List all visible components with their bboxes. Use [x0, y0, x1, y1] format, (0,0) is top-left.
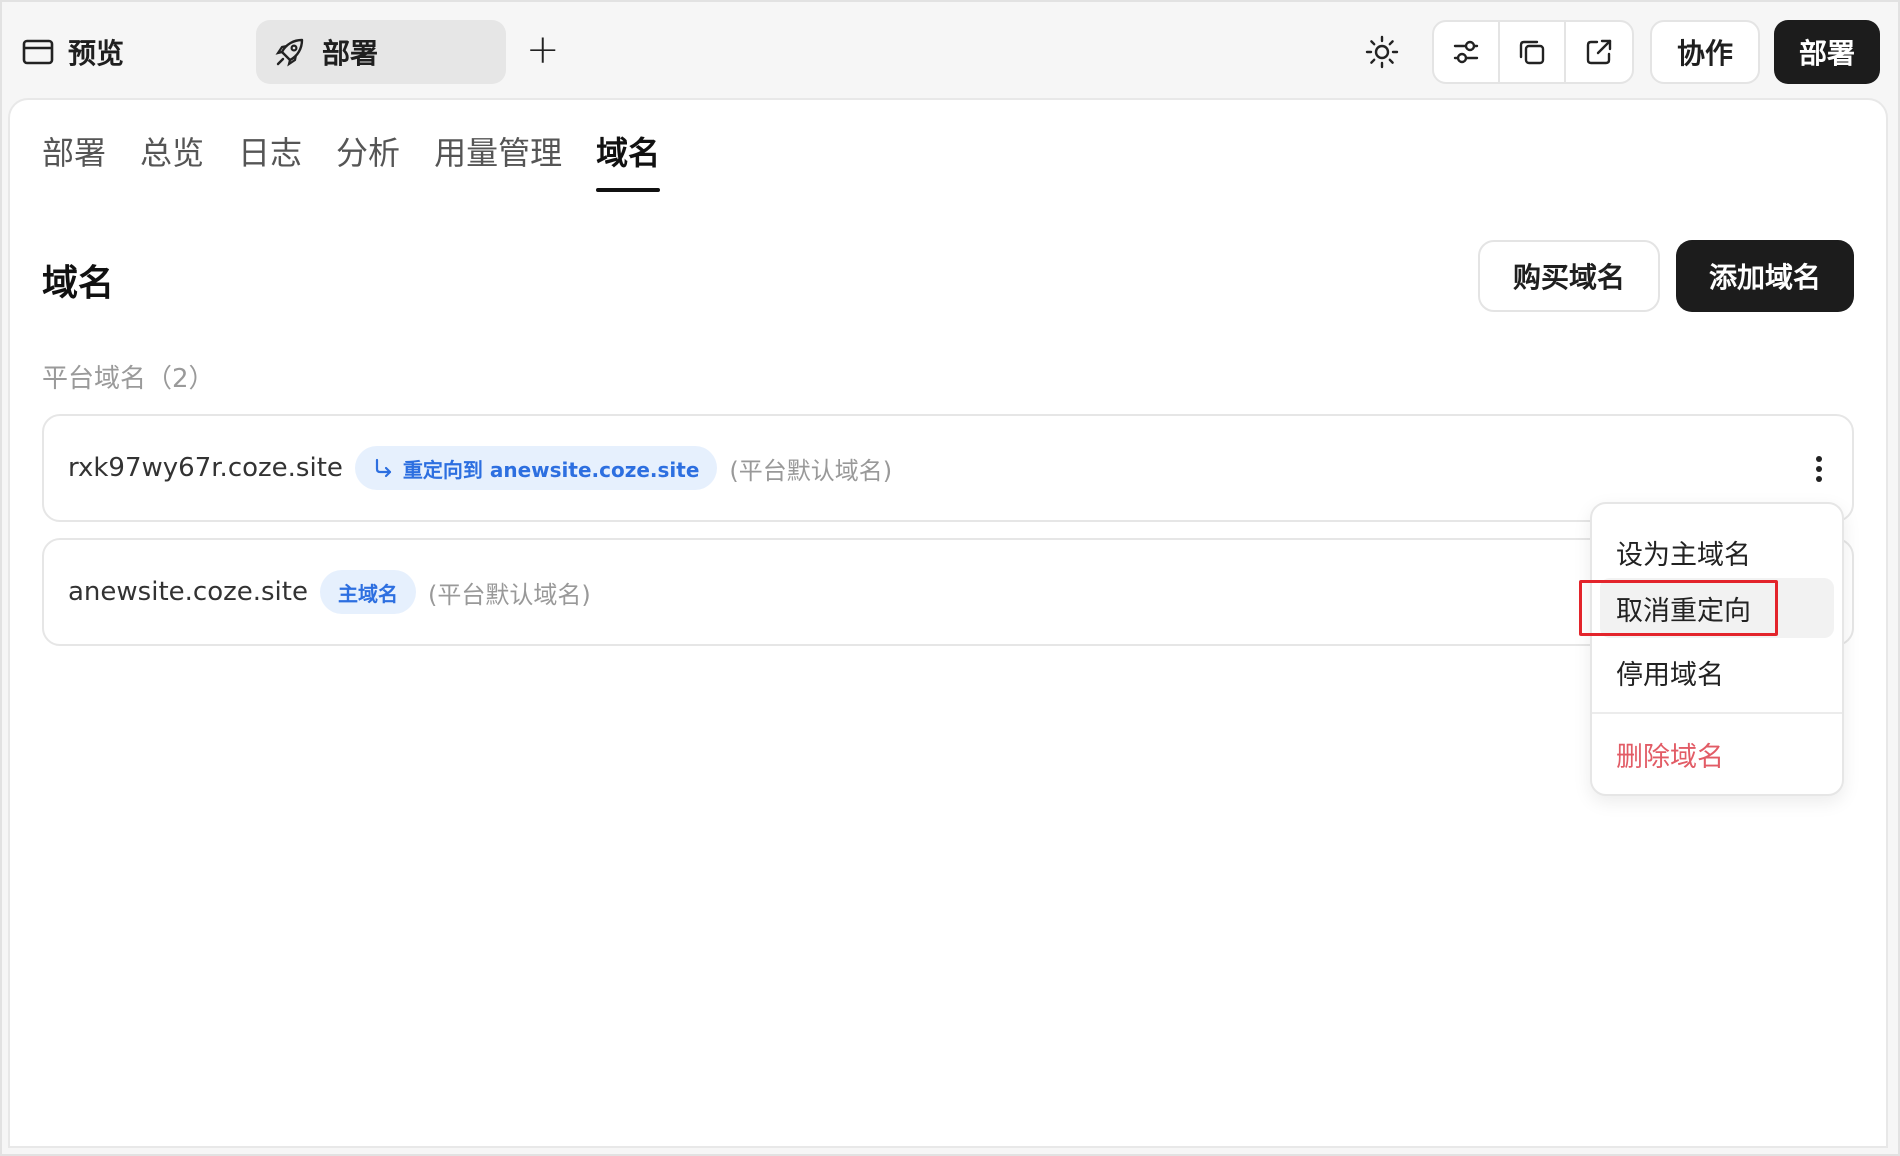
menu-item-cancel-redirect[interactable]: 取消重定向 [1600, 578, 1834, 638]
tab-logs[interactable]: 日志 [238, 128, 302, 192]
domain-actions-menu: 设为主域名 取消重定向 停用域名 删除域名 [1590, 502, 1844, 796]
menu-item-set-primary[interactable]: 设为主域名 [1600, 522, 1834, 582]
sun-icon [1365, 35, 1399, 69]
menu-item-disable[interactable]: 停用域名 [1600, 642, 1834, 702]
redirect-badge: 重定向到 anewsite.coze.site [354, 446, 718, 490]
add-tab-button[interactable]: + [526, 28, 560, 72]
nav-tabs: 部署 总览 日志 分析 用量管理 域名 [42, 128, 661, 192]
sliders-icon [1453, 40, 1479, 64]
more-vertical-icon[interactable] [1814, 454, 1824, 484]
add-domain-button[interactable]: 添加域名 [1676, 240, 1854, 312]
settings-button[interactable] [1434, 22, 1501, 82]
tab-usage[interactable]: 用量管理 [434, 128, 562, 192]
deploy-tab-label: 部署 [322, 37, 379, 70]
copy-icon [1519, 40, 1545, 65]
menu-item-delete[interactable]: 删除域名 [1600, 724, 1834, 784]
menu-divider [1592, 712, 1842, 714]
window-icon [22, 39, 54, 65]
deploy-tab[interactable]: 部署 [256, 20, 506, 84]
external-link-icon [1586, 39, 1612, 65]
tab-domains[interactable]: 域名 [596, 128, 661, 192]
default-domain-note: (平台默认域名) [427, 580, 591, 609]
top-bar: 预览 部署 + 协作 部署 [0, 0, 1900, 100]
tab-deploy[interactable]: 部署 [42, 128, 106, 192]
preview-tab[interactable]: 预览 [22, 30, 124, 74]
open-external-button[interactable] [1566, 22, 1632, 82]
theme-toggle-button[interactable] [1362, 32, 1402, 72]
section-label: 平台域名（2） [42, 364, 215, 394]
default-domain-note: (平台默认域名) [729, 456, 893, 485]
primary-badge: 主域名 [319, 570, 416, 614]
collaborate-button[interactable]: 协作 [1650, 20, 1760, 84]
redirect-arrow-icon [375, 458, 392, 478]
tab-overview[interactable]: 总览 [140, 128, 204, 192]
buy-domain-button[interactable]: 购买域名 [1478, 240, 1660, 312]
copy-button[interactable] [1500, 22, 1567, 82]
rocket-icon [275, 38, 304, 67]
domain-row: rxk97wy67r.coze.site 重定向到 anewsite.coze.… [42, 414, 1854, 522]
tool-button-group [1432, 20, 1634, 84]
deploy-button[interactable]: 部署 [1774, 20, 1880, 84]
domain-name: anewsite.coze.site [68, 577, 308, 607]
redirect-badge-label: 重定向到 anewsite.coze.site [402, 457, 700, 482]
tab-analytics[interactable]: 分析 [336, 128, 400, 192]
domain-name: rxk97wy67r.coze.site [68, 453, 343, 483]
preview-label: 预览 [68, 37, 125, 70]
domain-row: anewsite.coze.site 主域名 (平台默认域名) [42, 538, 1854, 646]
page-title: 域名 [42, 263, 115, 304]
